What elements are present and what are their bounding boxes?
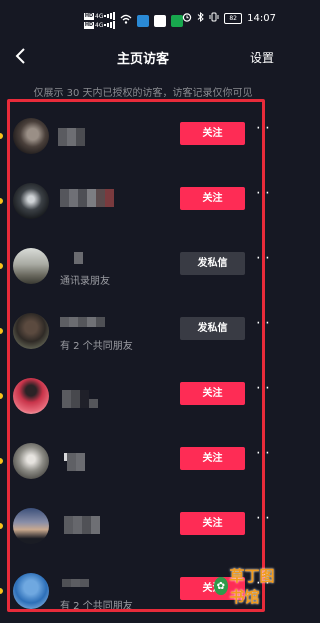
watermark: ✿ 草丁图书馆	[214, 567, 286, 606]
status-right: 82 14:07	[182, 11, 276, 25]
app-notification-icon	[154, 14, 167, 27]
signal1-label: 4G	[95, 12, 104, 20]
visitor-row[interactable]: 有 2 个共同朋友 发私信 ⋯	[0, 303, 286, 363]
clock: 14:07	[247, 13, 276, 24]
alarm-icon	[182, 12, 192, 25]
unread-dot	[0, 198, 3, 204]
avatar[interactable]	[13, 508, 49, 544]
unread-dot	[0, 133, 3, 139]
blurred-username	[60, 189, 114, 207]
settings-button[interactable]: 设置	[250, 49, 274, 66]
sim2-label: HD	[84, 21, 94, 29]
unread-dot	[0, 523, 3, 529]
visitor-row[interactable]: 关注 ⋯	[0, 173, 286, 233]
blurred-username	[64, 516, 100, 534]
blurred-username	[62, 579, 89, 587]
more-options-icon[interactable]: ⋯	[256, 445, 271, 461]
more-options-icon[interactable]: ⋯	[256, 250, 271, 266]
follow-button[interactable]: 关注	[180, 512, 245, 535]
unread-dot	[0, 263, 3, 269]
visitor-relation: 有 2 个共同朋友	[60, 601, 133, 612]
watermark-text: 草丁图书馆	[229, 567, 275, 606]
visitor-relation: 通讯录朋友	[60, 276, 110, 287]
blurred-username	[62, 390, 98, 408]
unread-dot	[0, 328, 3, 334]
blurred-username	[60, 317, 105, 327]
bluetooth-icon	[197, 11, 204, 25]
send-message-button[interactable]: 发私信	[180, 252, 245, 275]
follow-button[interactable]: 关注	[180, 122, 245, 145]
page-title: 主页访客	[116, 52, 169, 67]
avatar[interactable]	[13, 183, 49, 219]
visitor-row[interactable]: 关注 ⋯	[0, 498, 286, 558]
avatar[interactable]	[13, 313, 49, 349]
blurred-username	[74, 252, 83, 264]
more-options-icon[interactable]: ⋯	[256, 185, 271, 201]
status-bar: HD 4G HD 4G 82 14:07	[0, 0, 286, 38]
blurred-username	[64, 453, 85, 471]
watermark-logo-icon: ✿	[214, 577, 228, 595]
signal-icon	[104, 12, 116, 20]
sim-indicators: HD 4G HD 4G	[84, 12, 116, 29]
avatar[interactable]	[13, 118, 49, 154]
battery-level: 82	[229, 15, 237, 22]
blurred-username	[58, 128, 85, 146]
avatar[interactable]	[13, 378, 49, 414]
app-notification-icon	[137, 14, 150, 27]
vibrate-icon	[209, 12, 219, 25]
visitor-row[interactable]: 通讯录朋友 发私信 ⋯	[0, 238, 286, 298]
more-options-icon[interactable]: ⋯	[256, 120, 271, 136]
more-options-icon[interactable]: ⋯	[256, 315, 271, 331]
follow-button[interactable]: 关注	[180, 382, 245, 405]
send-message-button[interactable]: 发私信	[180, 317, 245, 340]
visitor-relation: 有 2 个共同朋友	[60, 341, 133, 352]
follow-button[interactable]: 关注	[180, 447, 245, 470]
sim1-label: HD	[84, 12, 94, 20]
unread-dot	[0, 458, 3, 464]
unread-dot	[0, 393, 3, 399]
follow-button[interactable]: 关注	[180, 187, 245, 210]
battery-icon: 82	[224, 13, 243, 24]
more-options-icon[interactable]: ⋯	[256, 380, 271, 396]
privacy-notice: 仅展示 30 天内已授权的访客，访客记录仅你可见	[33, 88, 253, 99]
more-options-icon[interactable]: ⋯	[256, 510, 271, 526]
signal2-label: 4G	[95, 21, 104, 29]
visitor-row[interactable]: 关注 ⋯	[0, 368, 286, 428]
avatar[interactable]	[13, 443, 49, 479]
status-left: HD 4G HD 4G	[84, 12, 184, 29]
visitor-row[interactable]: 关注 ⋯	[0, 108, 286, 168]
visitor-row[interactable]: 关注 ⋯	[0, 433, 286, 493]
avatar[interactable]	[13, 248, 49, 284]
nav-bar: 主页访客 设置	[0, 40, 286, 72]
unread-dot	[0, 588, 3, 594]
wifi-icon	[120, 14, 132, 27]
avatar[interactable]	[13, 573, 49, 609]
signal-icon	[104, 21, 116, 29]
